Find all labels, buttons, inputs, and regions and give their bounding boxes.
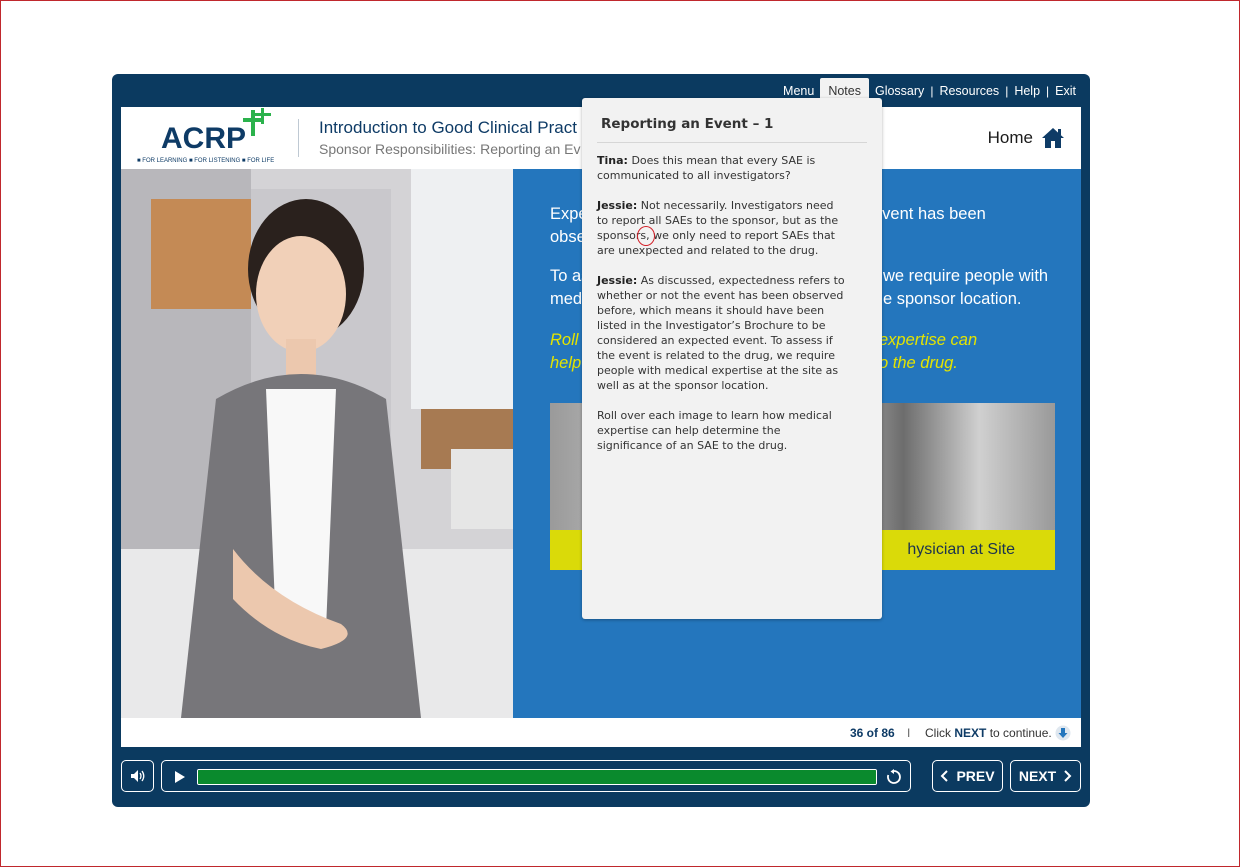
slide-para-2-right: we require people with e sponsor locatio… (883, 265, 1048, 311)
slide-para-3-right: expertise can o the drug. (879, 329, 977, 375)
slide-para-3-right-line-2: o the drug. (879, 354, 958, 372)
notes-speaker: Tina: (597, 154, 628, 167)
progress-bar[interactable] (197, 769, 877, 785)
home-label: Home (987, 128, 1033, 147)
slide-para-2-right-line-1: we require people with (883, 267, 1049, 285)
play-icon[interactable] (174, 770, 186, 784)
logo-cross-icon (243, 108, 271, 136)
volume-icon (130, 770, 144, 782)
presenter-image (121, 169, 513, 718)
continue-suffix: to continue. (986, 726, 1052, 740)
course-subtitle: Sponsor Responsibilities: Reporting an E… (319, 141, 581, 157)
acrp-logo: ACRP ■ FOR LEARNING ■ FOR LISTENING ■ FO… (137, 108, 277, 166)
progress-fill (198, 770, 876, 784)
playback-bar (161, 760, 911, 792)
page-counter: 36 of 86 (850, 726, 895, 740)
next-label: NEXT (1018, 768, 1057, 784)
slide-para-3-right-line-1: expertise can (879, 331, 978, 349)
presenter-illustration (121, 169, 513, 718)
notes-body: Tina: Does this mean that every SAE is c… (597, 153, 847, 468)
slide-footer: 36 of 86 I Click NEXT to continue. (121, 718, 1081, 747)
notes-paragraph: Tina: Does this mean that every SAE is c… (597, 153, 847, 183)
annotation-circle (637, 226, 655, 246)
prev-label: PREV (956, 768, 995, 784)
logo-text: ACRP (161, 122, 247, 155)
continue-instruction: Click NEXT to continue. (925, 726, 1052, 740)
notes-paragraph: Roll over each image to learn how medica… (597, 408, 847, 453)
slide-para-3: Roll help (550, 329, 581, 375)
notes-divider (597, 142, 867, 143)
home-button[interactable]: Home (988, 127, 1065, 149)
slide-para-1-right: event has been (873, 205, 986, 223)
next-button[interactable]: NEXT (1010, 760, 1081, 792)
notes-speaker: Jessie: (597, 199, 638, 212)
prev-button[interactable]: PREV (932, 760, 1003, 792)
notes-speaker: Jessie: (597, 274, 638, 287)
notes-paragraph: Jessie: Not necessarily. Investigators n… (597, 198, 847, 258)
chevron-left-icon (941, 770, 949, 782)
footer-separator: I (907, 726, 911, 740)
continue-prefix: Click (925, 726, 955, 740)
slide-para-3-line-1: Roll (550, 331, 579, 349)
course-title: Introduction to Good Clinical Pract (319, 118, 577, 137)
caption-physician-at-site: hysician at Site (907, 541, 1015, 558)
nav-resources[interactable]: Resources (933, 82, 1005, 100)
notes-title: Reporting an Event – 1 (601, 116, 774, 132)
notes-text: Does this mean that every SAE is communi… (597, 154, 816, 182)
header-divider (298, 119, 299, 157)
chevron-right-icon (1064, 770, 1072, 782)
continue-next-word: NEXT (954, 726, 987, 740)
volume-button[interactable] (121, 760, 154, 792)
down-arrow-icon (1055, 725, 1071, 741)
notes-panel: Reporting an Event – 1 Tina: Does this m… (582, 98, 882, 619)
notes-text: As discussed, expectedness refers to whe… (597, 274, 845, 392)
slide-para-2-right-line-2: e sponsor location. (883, 290, 1022, 308)
notes-paragraph: Jessie: As discussed, expectedness refer… (597, 273, 847, 393)
replay-icon[interactable] (886, 769, 902, 785)
nav-help[interactable]: Help (1008, 82, 1046, 100)
slide-para-3-line-2: help (550, 354, 582, 372)
nav-exit[interactable]: Exit (1049, 82, 1082, 100)
home-icon (1042, 128, 1064, 148)
logo-tagline: ■ FOR LEARNING ■ FOR LISTENING ■ FOR LIF… (137, 158, 275, 164)
notes-text: Roll over each image to learn how medica… (597, 409, 832, 452)
